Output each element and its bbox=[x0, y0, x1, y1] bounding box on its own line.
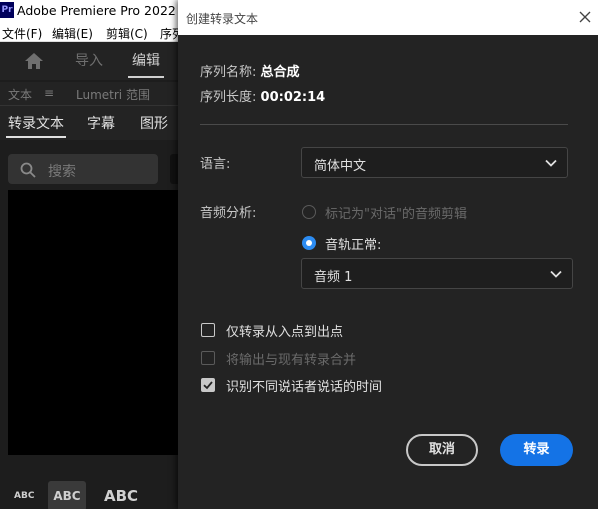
tab-captions[interactable]: 字幕 bbox=[87, 113, 115, 133]
cancel-button[interactable]: 取消 bbox=[406, 434, 478, 466]
workspace-active-indicator bbox=[128, 76, 164, 78]
search-placeholder: 搜索 bbox=[48, 164, 76, 180]
checkmark-icon bbox=[203, 381, 213, 390]
create-transcript-dialog: 创建转录文本 序列名称: 总合成 序列长度: 00:02:14 语言: 简体中文… bbox=[178, 0, 598, 509]
sequence-length-row: 序列长度: 00:02:14 bbox=[200, 86, 325, 105]
menu-file[interactable]: 文件(F) bbox=[2, 25, 42, 42]
audio-track-select[interactable]: 音频 1 bbox=[301, 258, 573, 289]
checkbox-in-out-label: 仅转录从入点到出点 bbox=[226, 325, 344, 340]
radio-track-label: 音轨正常: bbox=[325, 238, 382, 253]
language-select-value: 简体中文 bbox=[314, 159, 367, 174]
sequence-name-label: 序列名称: bbox=[200, 65, 257, 80]
checkbox-speakers-label: 识别不同说话者说话的时间 bbox=[226, 380, 383, 395]
panel-header: 文本 ≡ Lumetri 范围 bbox=[0, 82, 178, 106]
sequence-length-label: 序列长度: bbox=[200, 90, 257, 105]
radio-dialogue-clips[interactable] bbox=[302, 205, 316, 219]
transcript-content-area bbox=[8, 190, 178, 455]
sequence-name-row: 序列名称: 总合成 bbox=[200, 61, 300, 80]
tab-lumetri-scopes[interactable]: Lumetri 范围 bbox=[76, 86, 150, 103]
radio-audio-track[interactable] bbox=[302, 236, 316, 250]
panel-menu-icon[interactable]: ≡ bbox=[44, 86, 54, 100]
chevron-down-icon bbox=[550, 270, 562, 278]
checkbox-in-out-only[interactable] bbox=[201, 323, 215, 337]
radio-dialogue-label: 标记为"对话"的音频剪辑 bbox=[325, 207, 467, 222]
language-label: 语言: bbox=[200, 157, 231, 172]
app-title: Adobe Premiere Pro 2022 - bbox=[17, 3, 185, 18]
text-size-small[interactable]: ABC bbox=[14, 491, 34, 501]
transcript-action-button[interactable] bbox=[170, 154, 178, 184]
sequence-name-value: 总合成 bbox=[260, 65, 300, 80]
search-icon bbox=[20, 162, 36, 178]
search-input[interactable]: 搜索 bbox=[8, 154, 158, 184]
language-select[interactable]: 简体中文 bbox=[301, 147, 568, 178]
tab-text[interactable]: 文本 bbox=[8, 86, 32, 103]
workspace-edit[interactable]: 编辑 bbox=[132, 50, 160, 70]
checkbox-merge-output[interactable] bbox=[201, 351, 215, 365]
text-panel-subtabs: 转录文本 字幕 图形 bbox=[0, 106, 178, 140]
dialog-titlebar: 创建转录文本 bbox=[178, 0, 598, 35]
dialog-title: 创建转录文本 bbox=[186, 12, 259, 26]
section-divider bbox=[200, 124, 568, 125]
tab-graphics[interactable]: 图形 bbox=[140, 113, 168, 133]
transcribe-button[interactable]: 转录 bbox=[500, 434, 573, 466]
home-icon[interactable] bbox=[24, 52, 44, 70]
checkbox-merge-label: 将输出与现有转录合并 bbox=[226, 353, 357, 368]
audio-analysis-label: 音频分析: bbox=[200, 206, 257, 221]
chevron-down-icon bbox=[545, 159, 557, 167]
audio-track-select-value: 音频 1 bbox=[314, 270, 353, 285]
subtab-active-indicator bbox=[6, 136, 66, 138]
premiere-logo: Pr bbox=[0, 2, 14, 18]
close-icon[interactable] bbox=[577, 9, 593, 25]
text-size-controls: ABC ABC ABC bbox=[0, 476, 178, 509]
sequence-length-value: 00:02:14 bbox=[260, 90, 326, 105]
menu-clip[interactable]: 剪辑(C) bbox=[106, 25, 148, 42]
tab-transcript[interactable]: 转录文本 bbox=[8, 113, 64, 133]
menu-edit[interactable]: 编辑(E) bbox=[52, 25, 93, 42]
text-size-large[interactable]: ABC bbox=[104, 487, 138, 505]
workspace-bar: 导入 编辑 bbox=[0, 42, 178, 80]
text-size-medium[interactable]: ABC bbox=[48, 481, 86, 509]
workspace-import[interactable]: 导入 bbox=[75, 50, 103, 70]
checkbox-identify-speakers[interactable] bbox=[201, 378, 215, 392]
